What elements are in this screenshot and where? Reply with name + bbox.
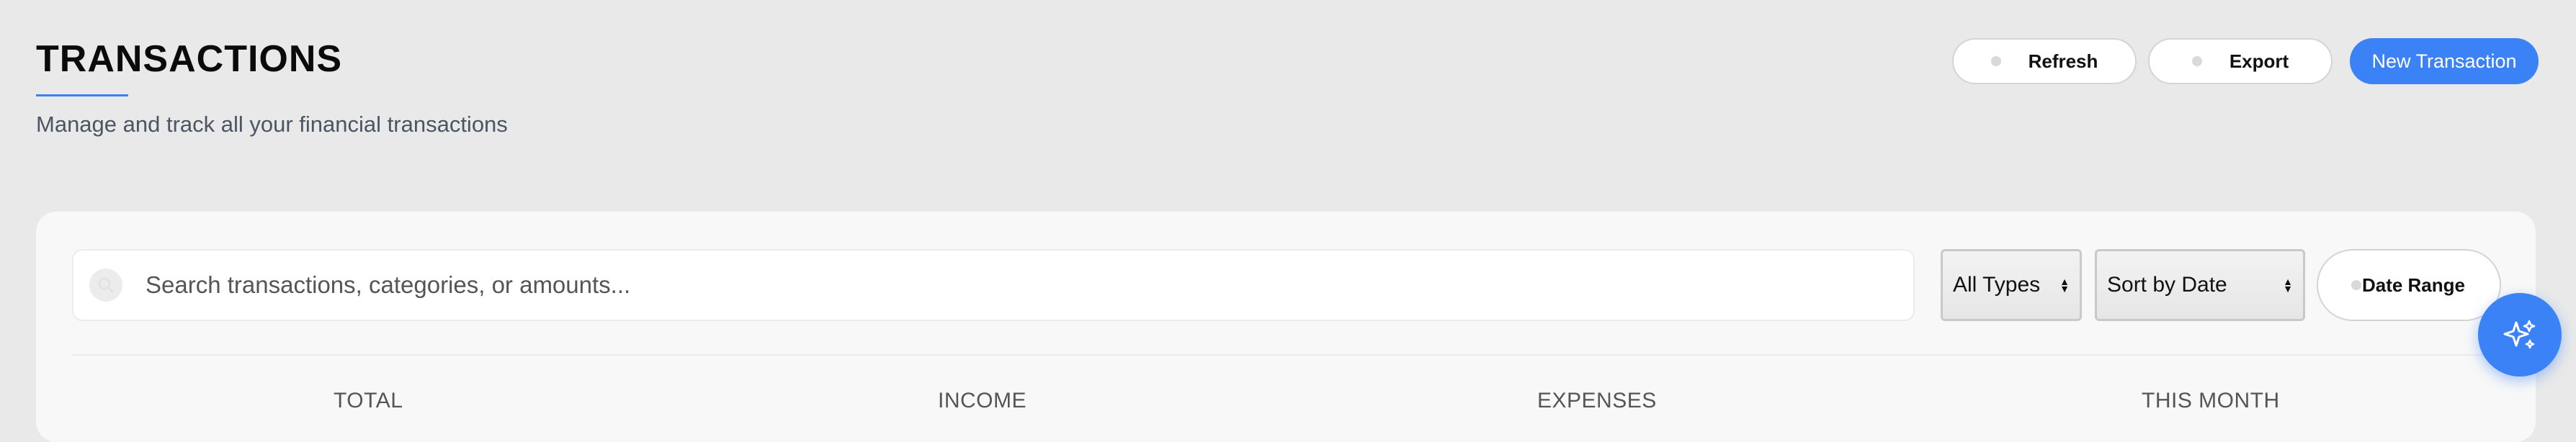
search-box[interactable] (72, 249, 1915, 321)
date-range-label: Date Range (2361, 274, 2465, 296)
export-button[interactable]: Export (2148, 38, 2333, 84)
search-icon (89, 269, 122, 302)
type-filter-value: All Types (1953, 273, 2041, 297)
refresh-button[interactable]: Refresh (1952, 38, 2137, 84)
select-arrows-icon: ▲ ▼ (2283, 276, 2293, 294)
calendar-icon (2351, 280, 2361, 290)
page-subtitle: Manage and track all your financial tran… (36, 112, 508, 137)
stat-label-this-month: THIS MONTH (2142, 389, 2280, 412)
ai-assistant-button[interactable] (2478, 293, 2562, 376)
title-underline (36, 94, 128, 96)
stat-label-expenses: EXPENSES (1537, 389, 1657, 412)
transactions-panel: All Types ▲▼ Sort by Date ▲▼ Date Range … (36, 212, 2536, 442)
type-filter-select[interactable]: All Types ▲ ▼ (1941, 249, 2082, 321)
sort-select-value: Sort by Date (2107, 273, 2227, 297)
export-icon (2191, 56, 2202, 66)
refresh-button-label: Refresh (2028, 50, 2098, 72)
sort-select[interactable]: Sort by Date ▲ ▼ (2095, 249, 2305, 321)
search-input[interactable] (144, 263, 1861, 307)
export-button-label: Export (2229, 50, 2289, 72)
stat-label-income: INCOME (938, 389, 1027, 412)
refresh-icon (1990, 56, 2001, 66)
date-range-button[interactable]: Date Range (2317, 249, 2501, 321)
sparkles-icon (2503, 320, 2536, 349)
select-arrows-icon: ▲ ▼ (2060, 276, 2070, 294)
page-title: TRANSACTIONS (36, 38, 343, 80)
divider (72, 354, 2500, 356)
new-transaction-button[interactable]: New Transaction (2350, 38, 2539, 84)
stat-label-total: TOTAL (334, 389, 403, 412)
